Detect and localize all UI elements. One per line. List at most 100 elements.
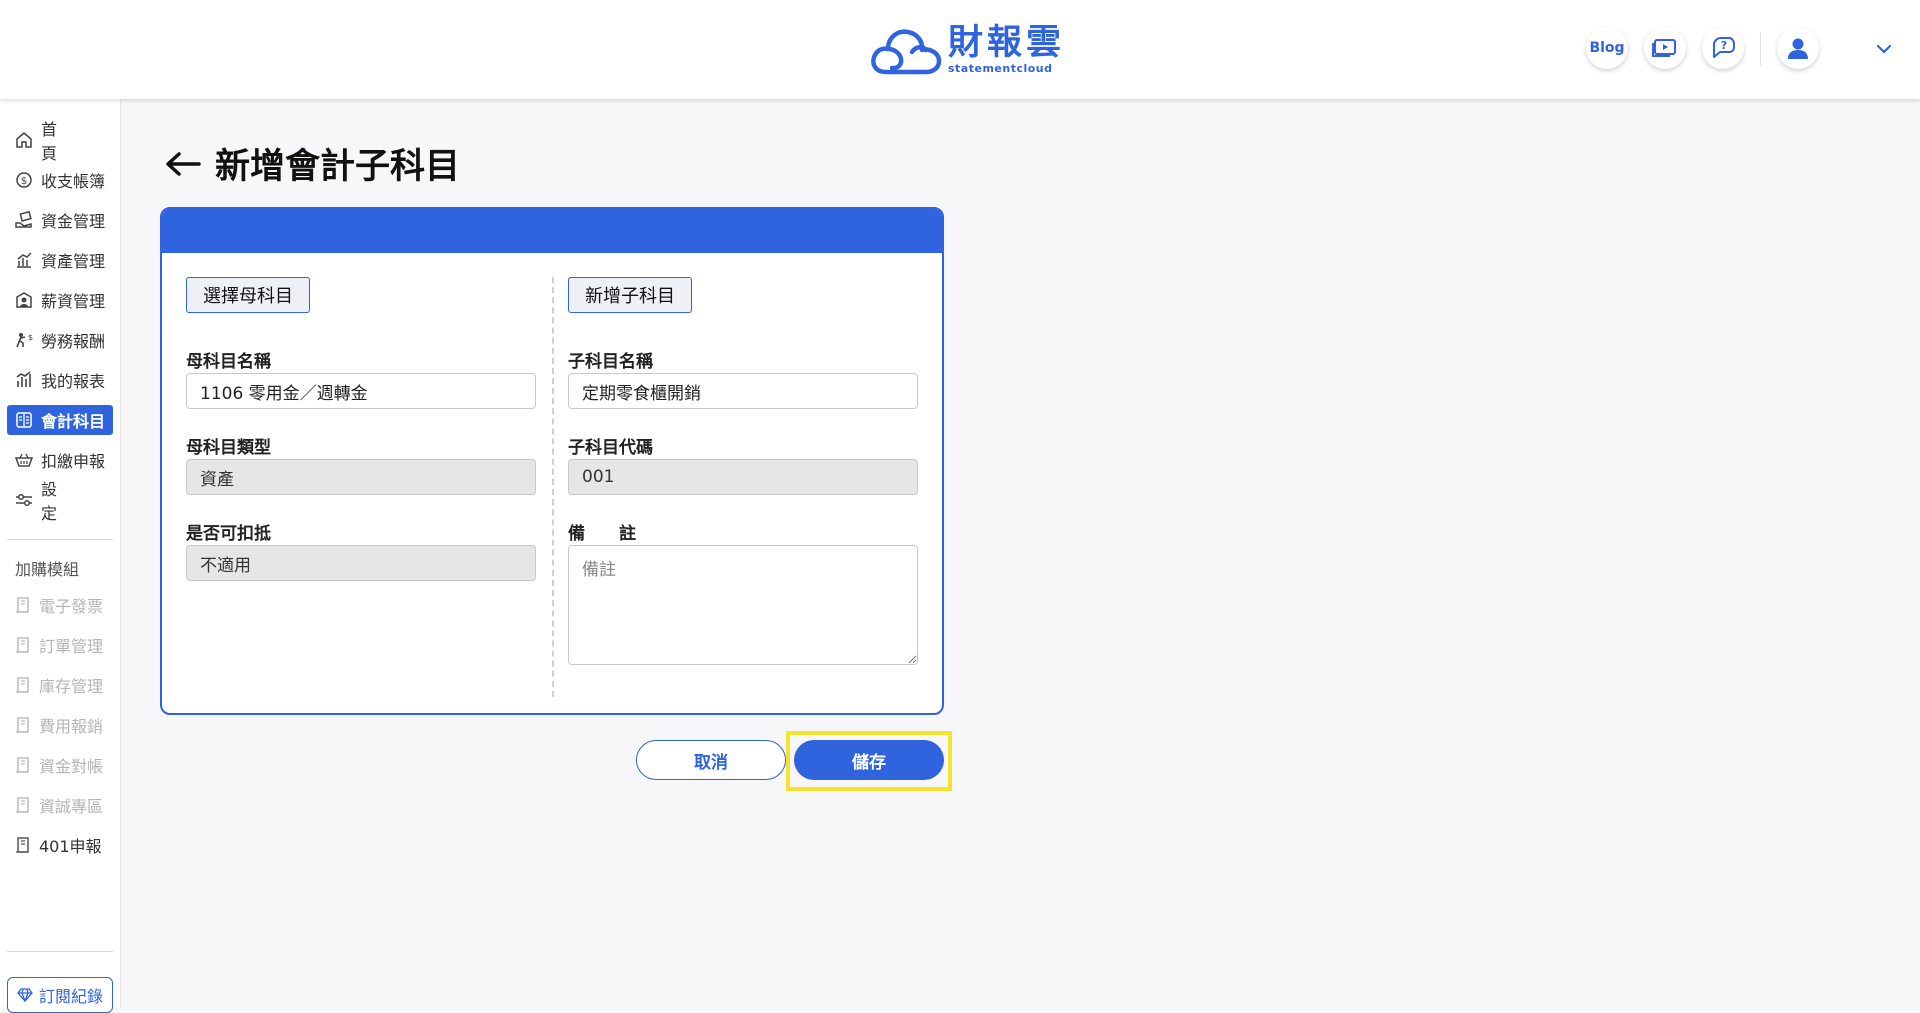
sidebar-item-label: 勞務報酬 xyxy=(41,332,106,351)
child-code-field xyxy=(568,459,918,495)
brand-logo[interactable]: 財報雲 statementcloud xyxy=(868,20,1065,80)
sidebar-item-label: 首頁 xyxy=(41,120,84,163)
cancel-button[interactable]: 取消 xyxy=(636,740,786,780)
deductible-label: 是否可扣抵 xyxy=(186,524,271,544)
child-code-label: 子科目代碼 xyxy=(568,438,653,458)
brand-subtitle: statementcloud xyxy=(948,62,1053,75)
add-sub-account-label: 新增子科目 xyxy=(585,286,675,307)
page-title: 新增會計子科目 xyxy=(165,138,460,189)
sidebar-item-label: 收支帳簿 xyxy=(41,172,106,191)
addon-item-label: 庫存管理 xyxy=(39,677,104,696)
sidebar-item-label: 資金管理 xyxy=(41,212,106,231)
deductible-field xyxy=(186,545,536,581)
sidebar-item-label: 扣繳申報 xyxy=(41,452,106,471)
video-tutorial-icon xyxy=(1652,39,1676,57)
asset-chart-icon xyxy=(17,252,32,268)
notes-label: 備 註 xyxy=(568,524,636,544)
addon-item-label: 401申報 xyxy=(39,837,102,856)
sidebar-item-withholding-declaration[interactable]: 扣繳申報 xyxy=(7,445,113,475)
sidebar-item-label: 資產管理 xyxy=(41,252,106,271)
sidebar-item-asset-management[interactable]: 資產管理 xyxy=(7,245,113,275)
salary-icon xyxy=(16,292,32,308)
sidebar-item-ledger-book[interactable]: $ 收支帳簿 xyxy=(7,165,113,195)
sidebar-item-label: 薪資管理 xyxy=(41,292,106,311)
module-book-icon xyxy=(16,797,29,813)
sidebar-item-label: 我的報表 xyxy=(41,372,106,391)
top-header: 財報雲 statementcloud Blog ? xyxy=(0,0,1920,99)
module-book-icon xyxy=(16,597,29,613)
tax-basket-icon xyxy=(15,453,33,467)
sidebar-item-settings[interactable]: 設定 xyxy=(7,480,113,523)
addon-item-label: 資金對帳 xyxy=(39,757,104,776)
sidebar-item-salary-management[interactable]: 薪資管理 xyxy=(7,285,113,315)
add-sub-account-button[interactable]: 新增子科目 xyxy=(568,277,692,313)
sidebar-item-home[interactable]: 首頁 xyxy=(7,120,113,163)
select-parent-account-button[interactable]: 選擇母科目 xyxy=(186,277,310,313)
coin-icon: $ xyxy=(16,172,32,188)
save-button[interactable]: 儲存 xyxy=(794,740,944,780)
subscription-records-label: 訂閱紀錄 xyxy=(38,987,103,1006)
blog-button[interactable]: Blog xyxy=(1586,27,1628,69)
brand-name: 財報雲 xyxy=(948,23,1066,63)
parent-type-field xyxy=(186,459,536,495)
module-book-icon xyxy=(16,677,29,693)
back-arrow-icon xyxy=(166,151,201,176)
sidebar-item-label: 會計科目 xyxy=(41,412,106,431)
chevron-down-icon xyxy=(1876,44,1892,54)
addon-item-fund-reconciliation[interactable]: 資金對帳 xyxy=(7,750,113,780)
save-label: 儲存 xyxy=(852,752,886,773)
money-hand-icon xyxy=(15,211,32,228)
account-menu-toggle[interactable] xyxy=(1876,40,1892,59)
labor-icon: $ xyxy=(16,333,33,348)
sidebar-item-labor-remuneration[interactable]: $ 勞務報酬 xyxy=(7,325,113,355)
svg-text:?: ? xyxy=(1721,39,1727,52)
home-icon xyxy=(16,132,32,148)
addon-item-label: 訂單管理 xyxy=(39,637,104,656)
svg-text:$: $ xyxy=(28,333,33,342)
addon-item-label: 資誠專區 xyxy=(39,797,104,816)
child-name-field[interactable] xyxy=(568,373,918,409)
sidebar-divider xyxy=(7,539,113,540)
addon-heading: 加購模組 xyxy=(15,560,80,579)
card-header-bar xyxy=(162,209,942,253)
back-button[interactable] xyxy=(165,151,201,177)
module-book-icon xyxy=(16,637,29,653)
header-divider xyxy=(1760,32,1761,66)
cloud-logo-icon xyxy=(871,29,942,75)
parent-name-field[interactable] xyxy=(186,373,536,409)
sidebar-divider xyxy=(7,951,113,952)
help-chat-icon: ? xyxy=(1713,37,1735,58)
sidebar-item-my-reports[interactable]: 我的報表 xyxy=(7,365,113,395)
help-chat-button[interactable]: ? xyxy=(1702,27,1744,69)
user-avatar-button[interactable] xyxy=(1777,27,1819,69)
settings-sliders-icon xyxy=(16,493,32,507)
subaccount-form-card: 選擇母科目 母科目名稱 母科目類型 是否可扣抵 新增子科目 子科目名稱 子科目代… xyxy=(160,207,944,715)
addon-item-401-declaration[interactable]: 401申報 xyxy=(7,830,113,860)
diamond-icon xyxy=(17,988,33,1002)
addon-item-order-management[interactable]: 訂單管理 xyxy=(7,630,113,660)
module-book-icon xyxy=(16,717,29,733)
module-book-icon xyxy=(16,757,29,773)
report-chart-icon xyxy=(16,371,31,387)
sidebar: 首頁 $ 收支帳簿 資金管理 資產管理 薪資管理 $ 勞務報酬 我的報表 會計科… xyxy=(0,99,121,1007)
child-name-label: 子科目名稱 xyxy=(568,352,653,372)
blog-label: Blog xyxy=(1589,40,1625,56)
addon-item-expense-reimbursement[interactable]: 費用報銷 xyxy=(7,710,113,740)
notes-textarea[interactable] xyxy=(568,545,918,665)
module-book-icon xyxy=(16,837,29,853)
addon-item-label: 電子發票 xyxy=(39,597,104,616)
svg-text:$: $ xyxy=(21,176,27,187)
parent-name-label: 母科目名稱 xyxy=(186,352,271,372)
sidebar-item-label: 設定 xyxy=(41,480,84,523)
addon-item-pwc-zone[interactable]: 資誠專區 xyxy=(7,790,113,820)
video-tutorial-button[interactable] xyxy=(1644,27,1686,69)
addon-item-e-invoice[interactable]: 電子發票 xyxy=(7,590,113,620)
ledger-icon xyxy=(16,412,32,428)
addon-item-label: 費用報銷 xyxy=(39,717,104,736)
subscription-records-button[interactable]: 訂閱紀錄 xyxy=(7,977,113,1013)
sidebar-item-fund-management[interactable]: 資金管理 xyxy=(7,205,113,235)
parent-type-label: 母科目類型 xyxy=(186,438,271,458)
addon-item-inventory-management[interactable]: 庫存管理 xyxy=(7,670,113,700)
sidebar-item-accounting-subjects[interactable]: 會計科目 xyxy=(7,405,113,435)
page-title-text: 新增會計子科目 xyxy=(215,147,461,187)
